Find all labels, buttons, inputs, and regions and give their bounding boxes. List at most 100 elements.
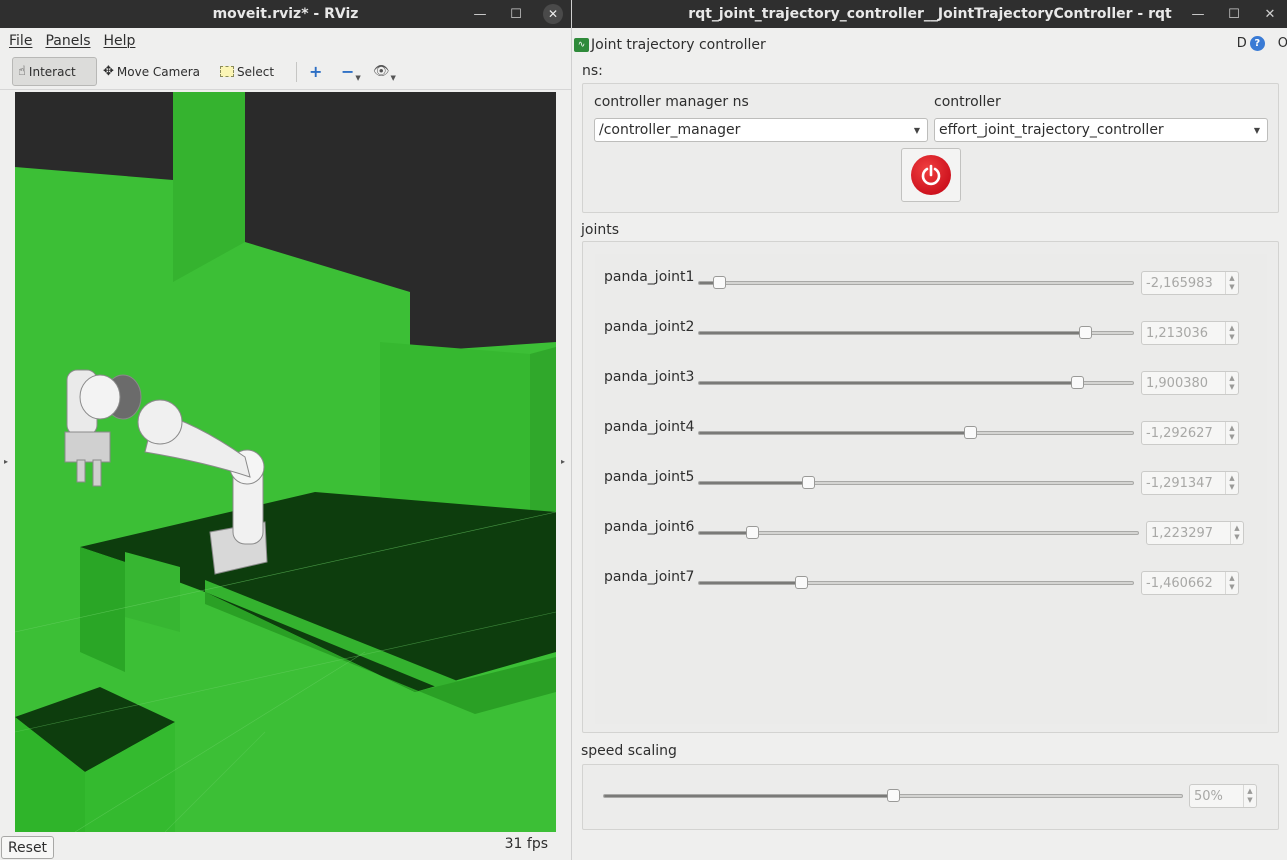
- joint-slider-fill: [699, 382, 1077, 384]
- maximize-icon[interactable]: ☐: [1225, 7, 1243, 22]
- spin-arrows-icon[interactable]: ▲ ▼: [1225, 572, 1238, 594]
- controller-value: effort_joint_trajectory_controller: [939, 122, 1164, 138]
- joint-name-label: panda_joint7: [604, 569, 695, 585]
- joint-name-label: panda_joint4: [604, 419, 695, 435]
- joint-row: panda_joint5 -1,291347 ▲ ▼: [583, 469, 1280, 499]
- rviz-window: moveit.rviz* - RViz — ☐ ✕ File Panels He…: [0, 0, 571, 860]
- joint-slider[interactable]: [698, 326, 1134, 339]
- joint-slider-fill: [699, 432, 971, 434]
- joint-value: -2,165983: [1146, 275, 1213, 291]
- joint-slider[interactable]: [698, 426, 1134, 439]
- joint-value-spinbox[interactable]: -2,165983 ▲ ▼: [1141, 271, 1239, 295]
- plugin-title: Joint trajectory controller: [591, 37, 766, 53]
- speed-scaling-fill: [604, 795, 893, 797]
- select-tool-button[interactable]: Select: [215, 57, 279, 86]
- joint-value: 1,900380: [1146, 375, 1209, 391]
- speed-scaling-spinbox[interactable]: 50% ▲ ▼: [1189, 784, 1257, 808]
- plugin-header-controls: D ? O: [1237, 36, 1287, 51]
- options-o-button[interactable]: O: [1278, 36, 1287, 51]
- joint-slider-handle[interactable]: [712, 276, 726, 289]
- joint-row: panda_joint4 -1,292627 ▲ ▼: [583, 419, 1280, 449]
- joint-slider[interactable]: [698, 276, 1134, 289]
- close-icon[interactable]: ✕: [543, 4, 563, 24]
- joints-groupbox: panda_joint1 -2,165983 ▲ ▼ panda_joint2 1,213…: [582, 241, 1279, 733]
- joint-name-label: panda_joint1: [604, 269, 695, 285]
- hand-pointer-icon: ☝: [18, 64, 26, 79]
- controller-manager-label: controller manager ns: [594, 94, 749, 110]
- controller-groupbox: controller manager ns /controller_manage…: [582, 83, 1279, 213]
- help-icon[interactable]: ?: [1249, 36, 1265, 51]
- joint-slider[interactable]: [698, 476, 1134, 489]
- joint-value-spinbox[interactable]: -1,291347 ▲ ▼: [1141, 471, 1239, 495]
- joint-value-spinbox[interactable]: -1,292627 ▲ ▼: [1141, 421, 1239, 445]
- speed-scaling-label: speed scaling: [581, 743, 677, 759]
- minimize-icon[interactable]: —: [471, 7, 489, 22]
- speed-scaling-groupbox: 50% ▲ ▼: [582, 764, 1279, 830]
- joint-slider-handle[interactable]: [794, 576, 808, 589]
- joint-slider-fill: [699, 532, 752, 534]
- move-camera-tool-button[interactable]: ✥ Move Camera: [98, 57, 205, 86]
- joint-slider-handle[interactable]: [1070, 376, 1084, 389]
- joint-slider-handle[interactable]: [964, 426, 978, 439]
- controller-combo[interactable]: effort_joint_trajectory_controller ▼: [934, 118, 1268, 142]
- controller-manager-combo[interactable]: /controller_manager ▼: [594, 118, 928, 142]
- menu-file[interactable]: File: [9, 33, 32, 49]
- joint-value: 1,223297: [1151, 525, 1214, 541]
- spin-arrows-icon[interactable]: ▲ ▼: [1243, 785, 1256, 807]
- joint-value-spinbox[interactable]: 1,900380 ▲ ▼: [1141, 371, 1239, 395]
- controller-power-button[interactable]: [901, 148, 961, 202]
- menu-panels[interactable]: Panels: [45, 33, 90, 49]
- 3d-viewport[interactable]: [15, 92, 556, 832]
- minus-icon: −: [341, 61, 355, 81]
- select-rectangle-icon: [220, 66, 234, 77]
- spin-arrows-icon[interactable]: ▲ ▼: [1225, 422, 1238, 444]
- rqt-window: rqt_joint_trajectory_controller__JointTr…: [571, 0, 1287, 860]
- remove-tool-button[interactable]: − ▼: [336, 57, 366, 86]
- joint-name-label: panda_joint5: [604, 469, 695, 485]
- joint-value-spinbox[interactable]: -1,460662 ▲ ▼: [1141, 571, 1239, 595]
- reset-button[interactable]: Reset: [1, 836, 54, 859]
- spin-arrows-icon[interactable]: ▲ ▼: [1225, 272, 1238, 294]
- view-tool-button[interactable]: 👁 ▼: [368, 57, 401, 86]
- dock-d-button[interactable]: D: [1237, 36, 1247, 51]
- joint-slider-handle[interactable]: [1079, 326, 1093, 339]
- spin-arrows-icon[interactable]: ▲ ▼: [1230, 522, 1243, 544]
- dropdown-arrow-icon: ▼: [355, 73, 361, 82]
- joints-label: joints: [581, 222, 620, 238]
- left-dock-handle[interactable]: ▸: [0, 90, 12, 832]
- chevron-down-icon: ▼: [1253, 126, 1260, 135]
- right-dock-handle[interactable]: ▸: [557, 90, 569, 832]
- joint-name-label: panda_joint2: [604, 319, 695, 335]
- rviz-toolbar: ☝ Interact ✥ Move Camera Select + − ▼ 👁 …: [0, 54, 571, 90]
- add-tool-button[interactable]: +: [304, 57, 327, 86]
- eye-icon: 👁: [373, 64, 390, 79]
- interact-tool-button[interactable]: ☝ Interact: [12, 57, 97, 86]
- minimize-icon[interactable]: —: [1189, 7, 1207, 22]
- move-camera-icon: ✥: [103, 64, 114, 79]
- rviz-menu-bar: File Panels Help: [0, 28, 571, 54]
- toolbar-separator: [296, 62, 297, 82]
- spin-arrows-icon[interactable]: ▲ ▼: [1225, 472, 1238, 494]
- speed-scaling-handle[interactable]: [887, 789, 900, 802]
- joint-slider-handle[interactable]: [801, 476, 815, 489]
- joint-value-spinbox[interactable]: 1,213036 ▲ ▼: [1141, 321, 1239, 345]
- rqt-window-title: rqt_joint_trajectory_controller__JointTr…: [688, 6, 1172, 22]
- fps-readout: 31 fps: [504, 836, 548, 852]
- spin-arrows-icon[interactable]: ▲ ▼: [1225, 322, 1238, 344]
- joint-slider[interactable]: [698, 576, 1134, 589]
- rviz-window-title: moveit.rviz* - RViz: [212, 6, 359, 22]
- joint-name-label: panda_joint3: [604, 369, 695, 385]
- controller-label: controller: [934, 94, 1001, 110]
- joint-slider[interactable]: [698, 376, 1134, 389]
- spin-arrows-icon[interactable]: ▲ ▼: [1225, 372, 1238, 394]
- menu-help[interactable]: Help: [104, 33, 136, 49]
- joint-slider-handle[interactable]: [745, 526, 759, 539]
- joint-value-spinbox[interactable]: 1,223297 ▲ ▼: [1146, 521, 1244, 545]
- plugin-header: ∿ Joint trajectory controller D ? O: [572, 34, 1287, 56]
- joint-slider[interactable]: [698, 526, 1139, 539]
- joint-value: -1,291347: [1146, 475, 1213, 491]
- speed-scaling-slider[interactable]: [603, 789, 1183, 802]
- close-icon[interactable]: ✕: [1261, 7, 1279, 22]
- ns-label: ns:: [582, 63, 603, 79]
- maximize-icon[interactable]: ☐: [507, 7, 525, 22]
